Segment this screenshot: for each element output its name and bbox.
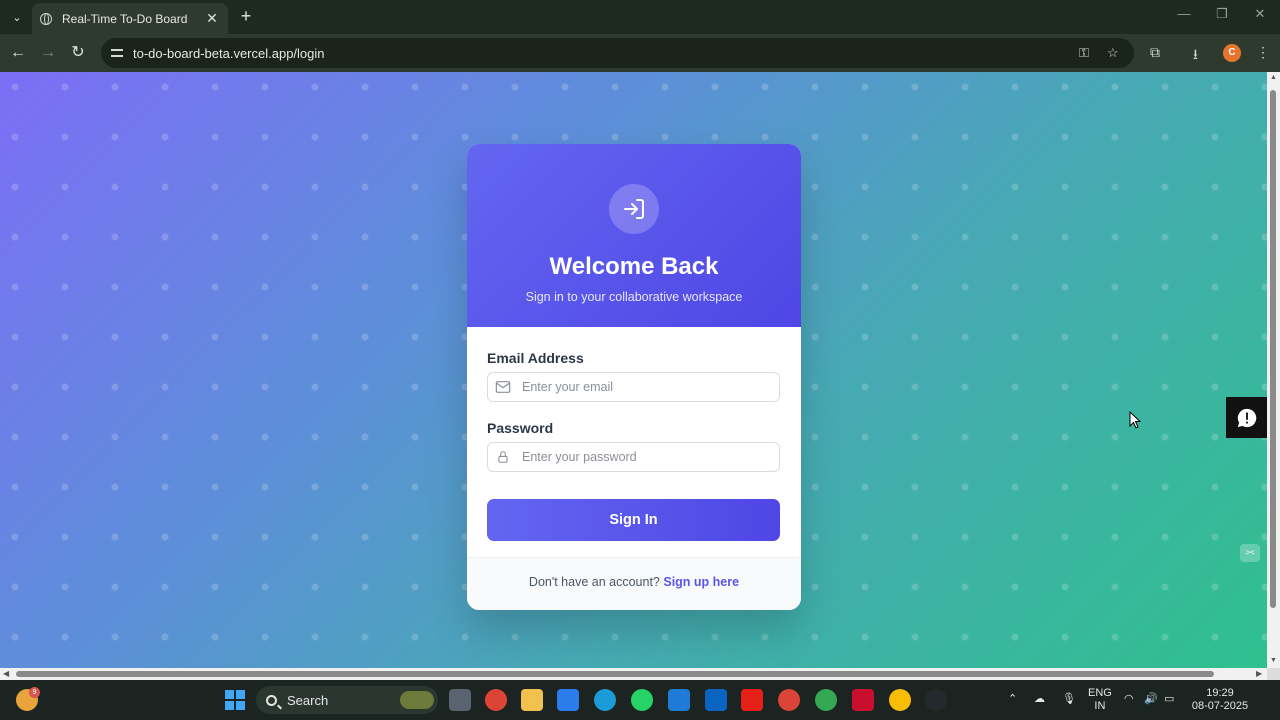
battery-icon[interactable]: ▭ (1164, 693, 1174, 706)
chrome-profile-icon[interactable] (778, 689, 800, 711)
extensions-icon[interactable]: ⧉ (1150, 44, 1160, 61)
dev-tools-widget-icon[interactable]: >< (1240, 544, 1260, 562)
microphone-icon[interactable]: 🎙 (1062, 693, 1076, 706)
download-icon[interactable]: ⭳ (1193, 44, 1198, 68)
chrome-profile-2-icon[interactable] (815, 689, 837, 711)
page-viewport: Welcome Back Sign in to your collaborati… (0, 72, 1267, 668)
page-title: Welcome Back (549, 253, 719, 280)
region-code: IN (1094, 700, 1106, 712)
lock-icon (498, 451, 508, 463)
scroll-right-icon[interactable]: ▶ (1256, 669, 1262, 678)
password-label: Password (487, 420, 554, 436)
horizontal-scrollbar[interactable]: ◀ ▶ (0, 668, 1267, 680)
password-field-wrapper (487, 442, 780, 472)
mouse-cursor-icon (1129, 411, 1141, 429)
scrollbar-corner (1267, 668, 1280, 680)
wifi-icon[interactable]: ◠ (1124, 693, 1134, 706)
more-menu-icon[interactable]: ⋮ (1256, 44, 1270, 61)
back-icon[interactable]: ← (8, 43, 28, 63)
email-field-wrapper (487, 372, 780, 402)
search-icon (266, 694, 277, 706)
task-view-icon[interactable] (449, 689, 471, 711)
tab-search-chevron-icon[interactable]: ⌄ (6, 7, 28, 27)
bookmark-star-icon[interactable]: ☆ (1107, 45, 1119, 61)
sign-up-link[interactable]: Sign up here (663, 575, 739, 589)
tab-title: Real-Time To-Do Board (62, 11, 188, 26)
taskbar-search[interactable]: Search (256, 686, 438, 714)
language-indicator[interactable]: ENG IN (1088, 687, 1112, 713)
chrome-profile-3-icon[interactable] (889, 689, 911, 711)
new-tab-icon[interactable]: + (236, 6, 256, 27)
page-subtitle: Sign in to your collaborative workspace (525, 290, 743, 304)
microsoft-store-icon[interactable] (557, 689, 579, 711)
chrome-icon[interactable] (485, 689, 507, 711)
edge-icon[interactable] (594, 689, 616, 711)
language-code: ENG (1088, 687, 1112, 699)
horizontal-scroll-thumb[interactable] (16, 671, 1214, 677)
youtube-icon[interactable] (741, 689, 763, 711)
forward-icon[interactable]: → (38, 43, 58, 63)
chat-bubble-icon (1237, 408, 1256, 427)
onedrive-icon[interactable]: ☁ (1034, 693, 1045, 706)
chat-widget-button[interactable] (1226, 397, 1267, 438)
login-icon (609, 184, 659, 234)
tab-close-icon[interactable]: ✕ (204, 10, 220, 27)
scroll-down-icon[interactable]: ▼ (1269, 657, 1278, 664)
tray-chevron-icon[interactable]: ⌃ (1008, 693, 1017, 706)
password-key-icon[interactable]: ⚿ (1079, 45, 1089, 61)
clock-date: 08-07-2025 (1191, 700, 1249, 712)
vscode-icon[interactable] (668, 689, 690, 711)
search-highlight-icon (400, 691, 434, 709)
maximize-icon[interactable]: ❐ (1212, 6, 1232, 22)
clock[interactable]: 19:29 08-07-2025 (1190, 687, 1250, 713)
whatsapp-icon[interactable] (631, 689, 653, 711)
vertical-scrollbar[interactable]: ▲ ▼ (1267, 72, 1280, 668)
search-label: Search (287, 692, 329, 708)
mail-icon (495, 381, 511, 393)
scroll-left-icon[interactable]: ◀ (3, 669, 9, 678)
volume-icon[interactable]: 🔊 (1144, 693, 1158, 706)
login-card-header: Welcome Back Sign in to your collaborati… (467, 144, 801, 327)
password-field[interactable] (522, 447, 772, 467)
vertical-scroll-thumb[interactable] (1270, 90, 1276, 608)
browser-tab-bar: ⌄ Real-Time To-Do Board ✕ + — ❐ ✕ (0, 0, 1280, 34)
browser-tab[interactable]: Real-Time To-Do Board ✕ (32, 3, 228, 34)
windows-start-icon[interactable] (224, 689, 246, 711)
site-info-icon[interactable] (111, 46, 125, 60)
acrobat-icon[interactable] (852, 689, 874, 711)
clock-time: 19:29 (1206, 687, 1234, 699)
github-icon[interactable] (925, 689, 947, 711)
login-form: Email Address Password Sign In (467, 327, 801, 541)
outlook-icon[interactable] (705, 689, 727, 711)
signup-prompt: Don't have an account? (528, 575, 660, 589)
email-label: Email Address (487, 350, 584, 366)
profile-avatar[interactable]: C (1223, 44, 1241, 62)
minimize-icon[interactable]: — (1174, 6, 1194, 21)
email-field[interactable] (522, 377, 772, 397)
windows-taskbar: 9 Search ⌃ ☁ 🎙 ENG IN ◠ 🔊 ▭ 19:29 08-07-… (0, 680, 1280, 720)
weather-badge: 9 (29, 687, 40, 698)
login-card: Welcome Back Sign in to your collaborati… (467, 144, 801, 610)
signup-footer: Don't have an account? Sign up here (467, 557, 801, 610)
url-text: to-do-board-beta.vercel.app/login (133, 45, 325, 61)
address-bar[interactable]: to-do-board-beta.vercel.app/login ⚿ ☆ (101, 38, 1134, 68)
sign-in-button[interactable]: Sign In (487, 499, 780, 541)
globe-icon (40, 12, 52, 25)
file-explorer-icon[interactable] (521, 689, 543, 711)
scroll-up-icon[interactable]: ▲ (1269, 74, 1278, 81)
close-window-icon[interactable]: ✕ (1250, 6, 1270, 22)
browser-toolbar: ← → ↻ to-do-board-beta.vercel.app/login … (0, 34, 1280, 72)
reload-icon[interactable]: ↻ (68, 43, 88, 63)
